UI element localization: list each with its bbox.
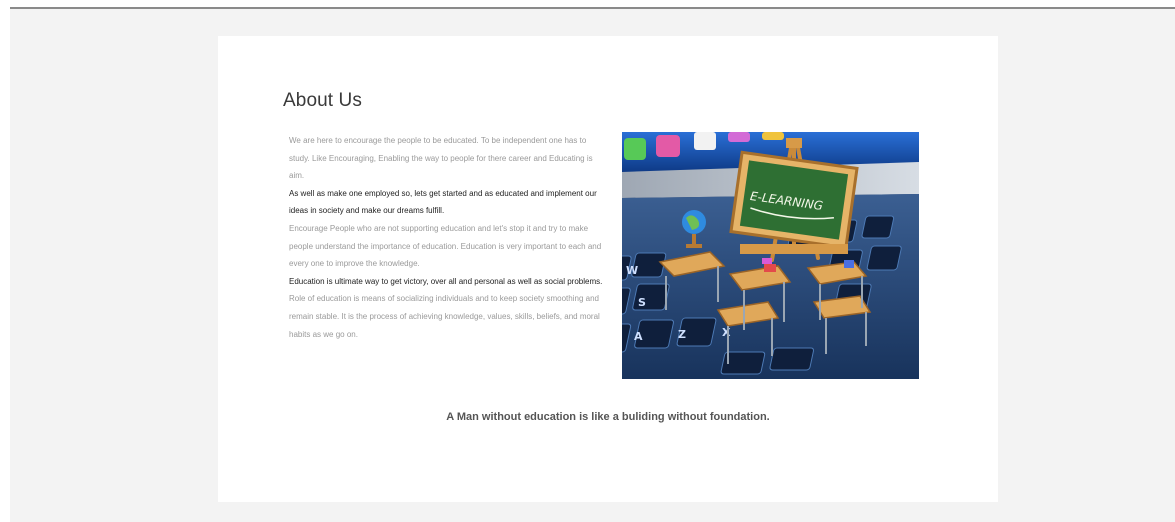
page-viewport: About Us We are here to encourage the pe… [10, 7, 1175, 522]
e-learning-illustration: W S A Z X E-LEARNING [622, 132, 919, 379]
key-label: X [722, 326, 731, 339]
about-paragraph-2: As well as make one employed so, lets ge… [289, 188, 597, 216]
about-paragraph-4: Education is ultimate way to get victory… [289, 276, 603, 286]
about-paragraph-1: We are here to encourage the people to b… [289, 136, 593, 181]
education-quote: A Man without education is like a bulidi… [446, 411, 770, 423]
e-learning-image: W S A Z X E-LEARNING [622, 132, 919, 379]
key-label: S [638, 296, 646, 309]
app-icon [624, 138, 646, 160]
key-label: A [634, 330, 643, 343]
about-paragraph-3: Encourage People who are not supporting … [289, 223, 602, 269]
about-card: About Us We are here to encourage the pe… [218, 36, 998, 502]
page-title: About Us [283, 90, 362, 111]
key-label: W [626, 264, 638, 277]
about-paragraph-5: Role of education is means of socializin… [289, 294, 600, 339]
about-text: We are here to encourage the people to b… [289, 132, 605, 343]
key-label: Z [678, 328, 686, 341]
app-icon [656, 135, 680, 157]
